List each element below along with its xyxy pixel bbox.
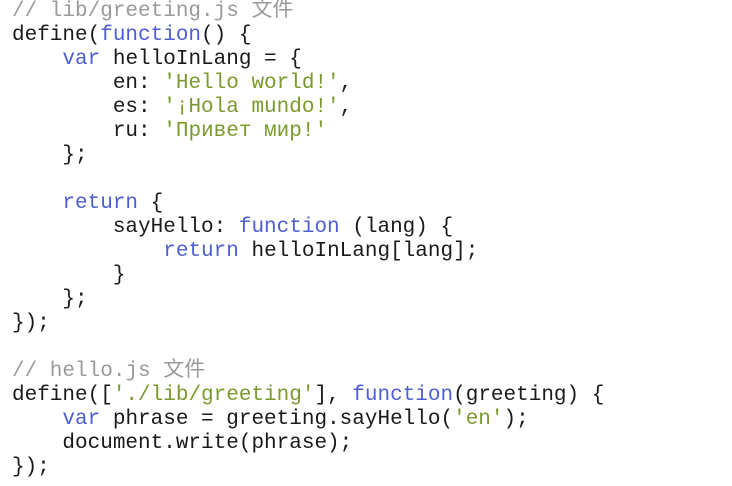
code-string: 'en' — [453, 408, 504, 431]
code-keyword: function — [352, 384, 454, 407]
code-text: }; — [12, 144, 88, 167]
code-line: document.write(phrase); — [12, 432, 732, 456]
code-line: }); — [12, 456, 732, 480]
code-line: es: '¡Hola mundo!', — [12, 96, 732, 120]
code-text: en: — [12, 72, 164, 95]
code-text: }); — [12, 312, 50, 335]
code-line: en: 'Hello world!', — [12, 72, 732, 96]
code-line: ru: 'Привет мир!' — [12, 120, 732, 144]
code-text: helloInLang = { — [100, 48, 302, 71]
code-text: ], — [314, 384, 353, 407]
code-string: 'Привет мир!' — [163, 120, 328, 143]
code-line: // hello.js 文件 — [12, 360, 732, 384]
code-text: }); — [12, 456, 50, 479]
code-line: define(['./lib/greeting'], function(gree… — [12, 384, 732, 408]
code-line: return { — [12, 192, 732, 216]
code-text: , — [339, 72, 353, 95]
code-line: }); — [12, 312, 732, 336]
code-text: helloInLang[lang]; — [238, 240, 479, 263]
code-text: , — [339, 96, 353, 119]
code-text: () { — [201, 24, 252, 47]
code-line: // lib/greeting.js 文件 — [12, 0, 732, 24]
code-string: '¡Hola mundo!' — [163, 96, 340, 119]
code-comment: // lib/greeting.js 文件 — [12, 0, 294, 23]
code-keyword: function — [100, 24, 202, 47]
code-text: { — [138, 192, 164, 215]
code-line: sayHello: function (lang) { — [12, 216, 732, 240]
code-keyword: return — [62, 192, 139, 215]
code-line: }; — [12, 144, 732, 168]
code-comment: // hello.js 文件 — [12, 360, 206, 383]
code-keyword: var — [62, 408, 101, 431]
code-text: } — [12, 264, 126, 287]
code-text: define([ — [12, 384, 113, 407]
code-line: return helloInLang[lang]; — [12, 240, 732, 264]
code-line: define(function() { — [12, 24, 732, 48]
code-keyword: var — [62, 48, 101, 71]
code-keyword: return — [163, 240, 239, 263]
code-string: './lib/greeting' — [112, 384, 315, 407]
code-text: ru: — [12, 120, 164, 143]
code-line: var helloInLang = { — [12, 48, 732, 72]
code-text: phrase = greeting.sayHello( — [100, 408, 454, 431]
code-view[interactable]: // lib/greeting.js 文件 define(function() {… — [0, 0, 732, 486]
code-line: }; — [12, 288, 732, 312]
code-text: sayHello: — [12, 216, 239, 239]
code-text: }; — [12, 288, 88, 311]
code-text: (lang) { — [339, 216, 454, 239]
code-text: document.write(phrase); — [12, 432, 353, 455]
code-text: define( — [12, 24, 101, 47]
code-keyword: function — [238, 216, 340, 239]
code-text: ); — [503, 408, 529, 431]
code-text: (greeting) { — [453, 384, 605, 407]
code-text: es: — [12, 96, 164, 119]
code-line: } — [12, 264, 732, 288]
code-string: 'Hello world!' — [163, 72, 340, 95]
code-line: var phrase = greeting.sayHello('en'); — [12, 408, 732, 432]
